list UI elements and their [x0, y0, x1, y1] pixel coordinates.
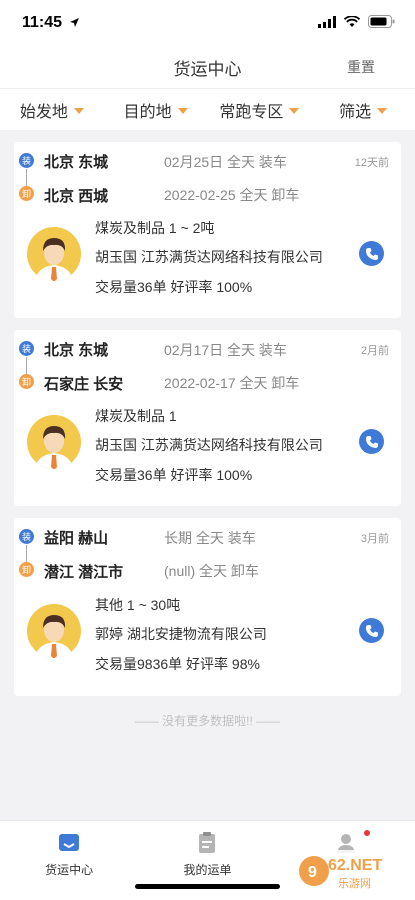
clipboard-icon: [199, 832, 216, 853]
phone-icon[interactable]: [359, 618, 384, 643]
filter-bar: 始发地 目的地 常跑专区 筛选: [0, 88, 415, 130]
origin-city: 北京 东城: [44, 154, 109, 171]
unload-time: (null) 全天 卸车: [164, 563, 259, 579]
svg-text:9: 9: [308, 864, 317, 881]
unload-badge: 卸: [19, 562, 34, 577]
battery-icon: [368, 15, 395, 28]
destination-city: 石家庄 长安: [44, 376, 124, 393]
phone-icon[interactable]: [359, 241, 384, 266]
reset-button[interactable]: 重置: [347, 57, 375, 77]
origin-city: 益阳 赫山: [44, 530, 109, 547]
shipper-avatar: [27, 604, 81, 658]
status-bar: 11:45: [0, 0, 415, 46]
shipper-info: 胡玉国 江苏满货达网络科技有限公司: [95, 437, 323, 453]
unload-badge: 卸: [19, 374, 34, 389]
cargo-info: 煤炭及制品 1 ~ 2吨: [95, 220, 215, 236]
load-badge: 装: [19, 153, 34, 168]
load-time: 长期 全天 装车: [164, 530, 256, 546]
tab-freight-center[interactable]: 货运中心: [0, 821, 138, 900]
route-connector: [26, 357, 27, 374]
svg-text:62.NET: 62.NET: [328, 857, 382, 874]
load-time: 02月17日 全天 装车: [164, 342, 287, 358]
filter-label: 筛选: [339, 103, 372, 121]
filter-origin[interactable]: 始发地: [0, 89, 104, 130]
header: 货运中心 重置: [0, 46, 415, 88]
filter-label: 常跑专区: [219, 103, 284, 121]
tab-label: 货运中心: [45, 863, 94, 877]
filter-more[interactable]: 筛选: [311, 89, 415, 130]
origin-city: 北京 东城: [44, 342, 109, 359]
phone-icon[interactable]: [359, 429, 384, 454]
filter-destination[interactable]: 目的地: [104, 89, 208, 130]
post-age: 2月前: [360, 345, 389, 357]
destination-city: 潜江 潜江市: [44, 564, 124, 581]
dropdown-triangle-icon: [73, 107, 84, 114]
filter-label: 目的地: [123, 103, 172, 121]
watermark-logo: 9 62.NET 乐游网: [294, 850, 406, 892]
post-age: 3月前: [360, 533, 389, 545]
route-connector: [26, 545, 27, 562]
load-time: 02月25日 全天 装车: [164, 154, 287, 170]
filter-frequent-routes[interactable]: 常跑专区: [208, 89, 312, 130]
notification-dot: [363, 830, 370, 836]
shipper-info: 郭婷 湖北安捷物流有限公司: [95, 626, 267, 642]
home-indicator: [135, 884, 280, 889]
shipper-stats: 交易量9836单 好评率 98%: [95, 656, 260, 672]
shipper-avatar: [27, 227, 81, 281]
destination-city: 北京 西城: [44, 188, 109, 205]
tab-label: 我的运单: [183, 863, 232, 877]
filter-label: 始发地: [19, 103, 68, 121]
shipper-stats: 交易量36单 好评率 100%: [95, 279, 253, 295]
svg-text:乐游网: 乐游网: [338, 877, 371, 890]
load-badge: 装: [19, 341, 34, 356]
wifi-icon: [344, 15, 360, 27]
route-connector: [26, 169, 27, 186]
location-arrow-icon: [70, 18, 79, 27]
post-age: 12天前: [354, 157, 389, 169]
truck-icon: [59, 834, 80, 851]
freight-card[interactable]: 装 卸 益阳 赫山 长期 全天 装车 3月前 潜江 潜江市 (null) 全天 …: [14, 518, 401, 696]
status-time: 11:45: [22, 14, 63, 31]
no-more-data: —— 没有更多数据啦!! ——: [134, 714, 281, 728]
shipper-avatar: [27, 415, 81, 469]
unload-time: 2022-02-17 全天 卸车: [164, 375, 300, 391]
shipper-info: 胡玉国 江苏满货达网络科技有限公司: [95, 249, 323, 265]
dropdown-triangle-icon: [177, 107, 188, 114]
freight-card[interactable]: 装 卸 北京 东城 02月25日 全天 装车 12天前 北京 西城 2022-0…: [14, 142, 401, 318]
dropdown-triangle-icon: [377, 107, 388, 114]
shipper-stats: 交易量36单 好评率 100%: [95, 467, 253, 483]
load-badge: 装: [19, 529, 34, 544]
dropdown-triangle-icon: [289, 107, 300, 114]
signal-icon: [318, 15, 336, 28]
unload-badge: 卸: [19, 186, 34, 201]
unload-time: 2022-02-25 全天 卸车: [164, 187, 300, 203]
cargo-info: 其他 1 ~ 30吨: [95, 597, 181, 613]
freight-card[interactable]: 装 卸 北京 东城 02月17日 全天 装车 2月前 石家庄 长安 2022-0…: [14, 330, 401, 506]
cargo-info: 煤炭及制品 1: [95, 408, 177, 424]
